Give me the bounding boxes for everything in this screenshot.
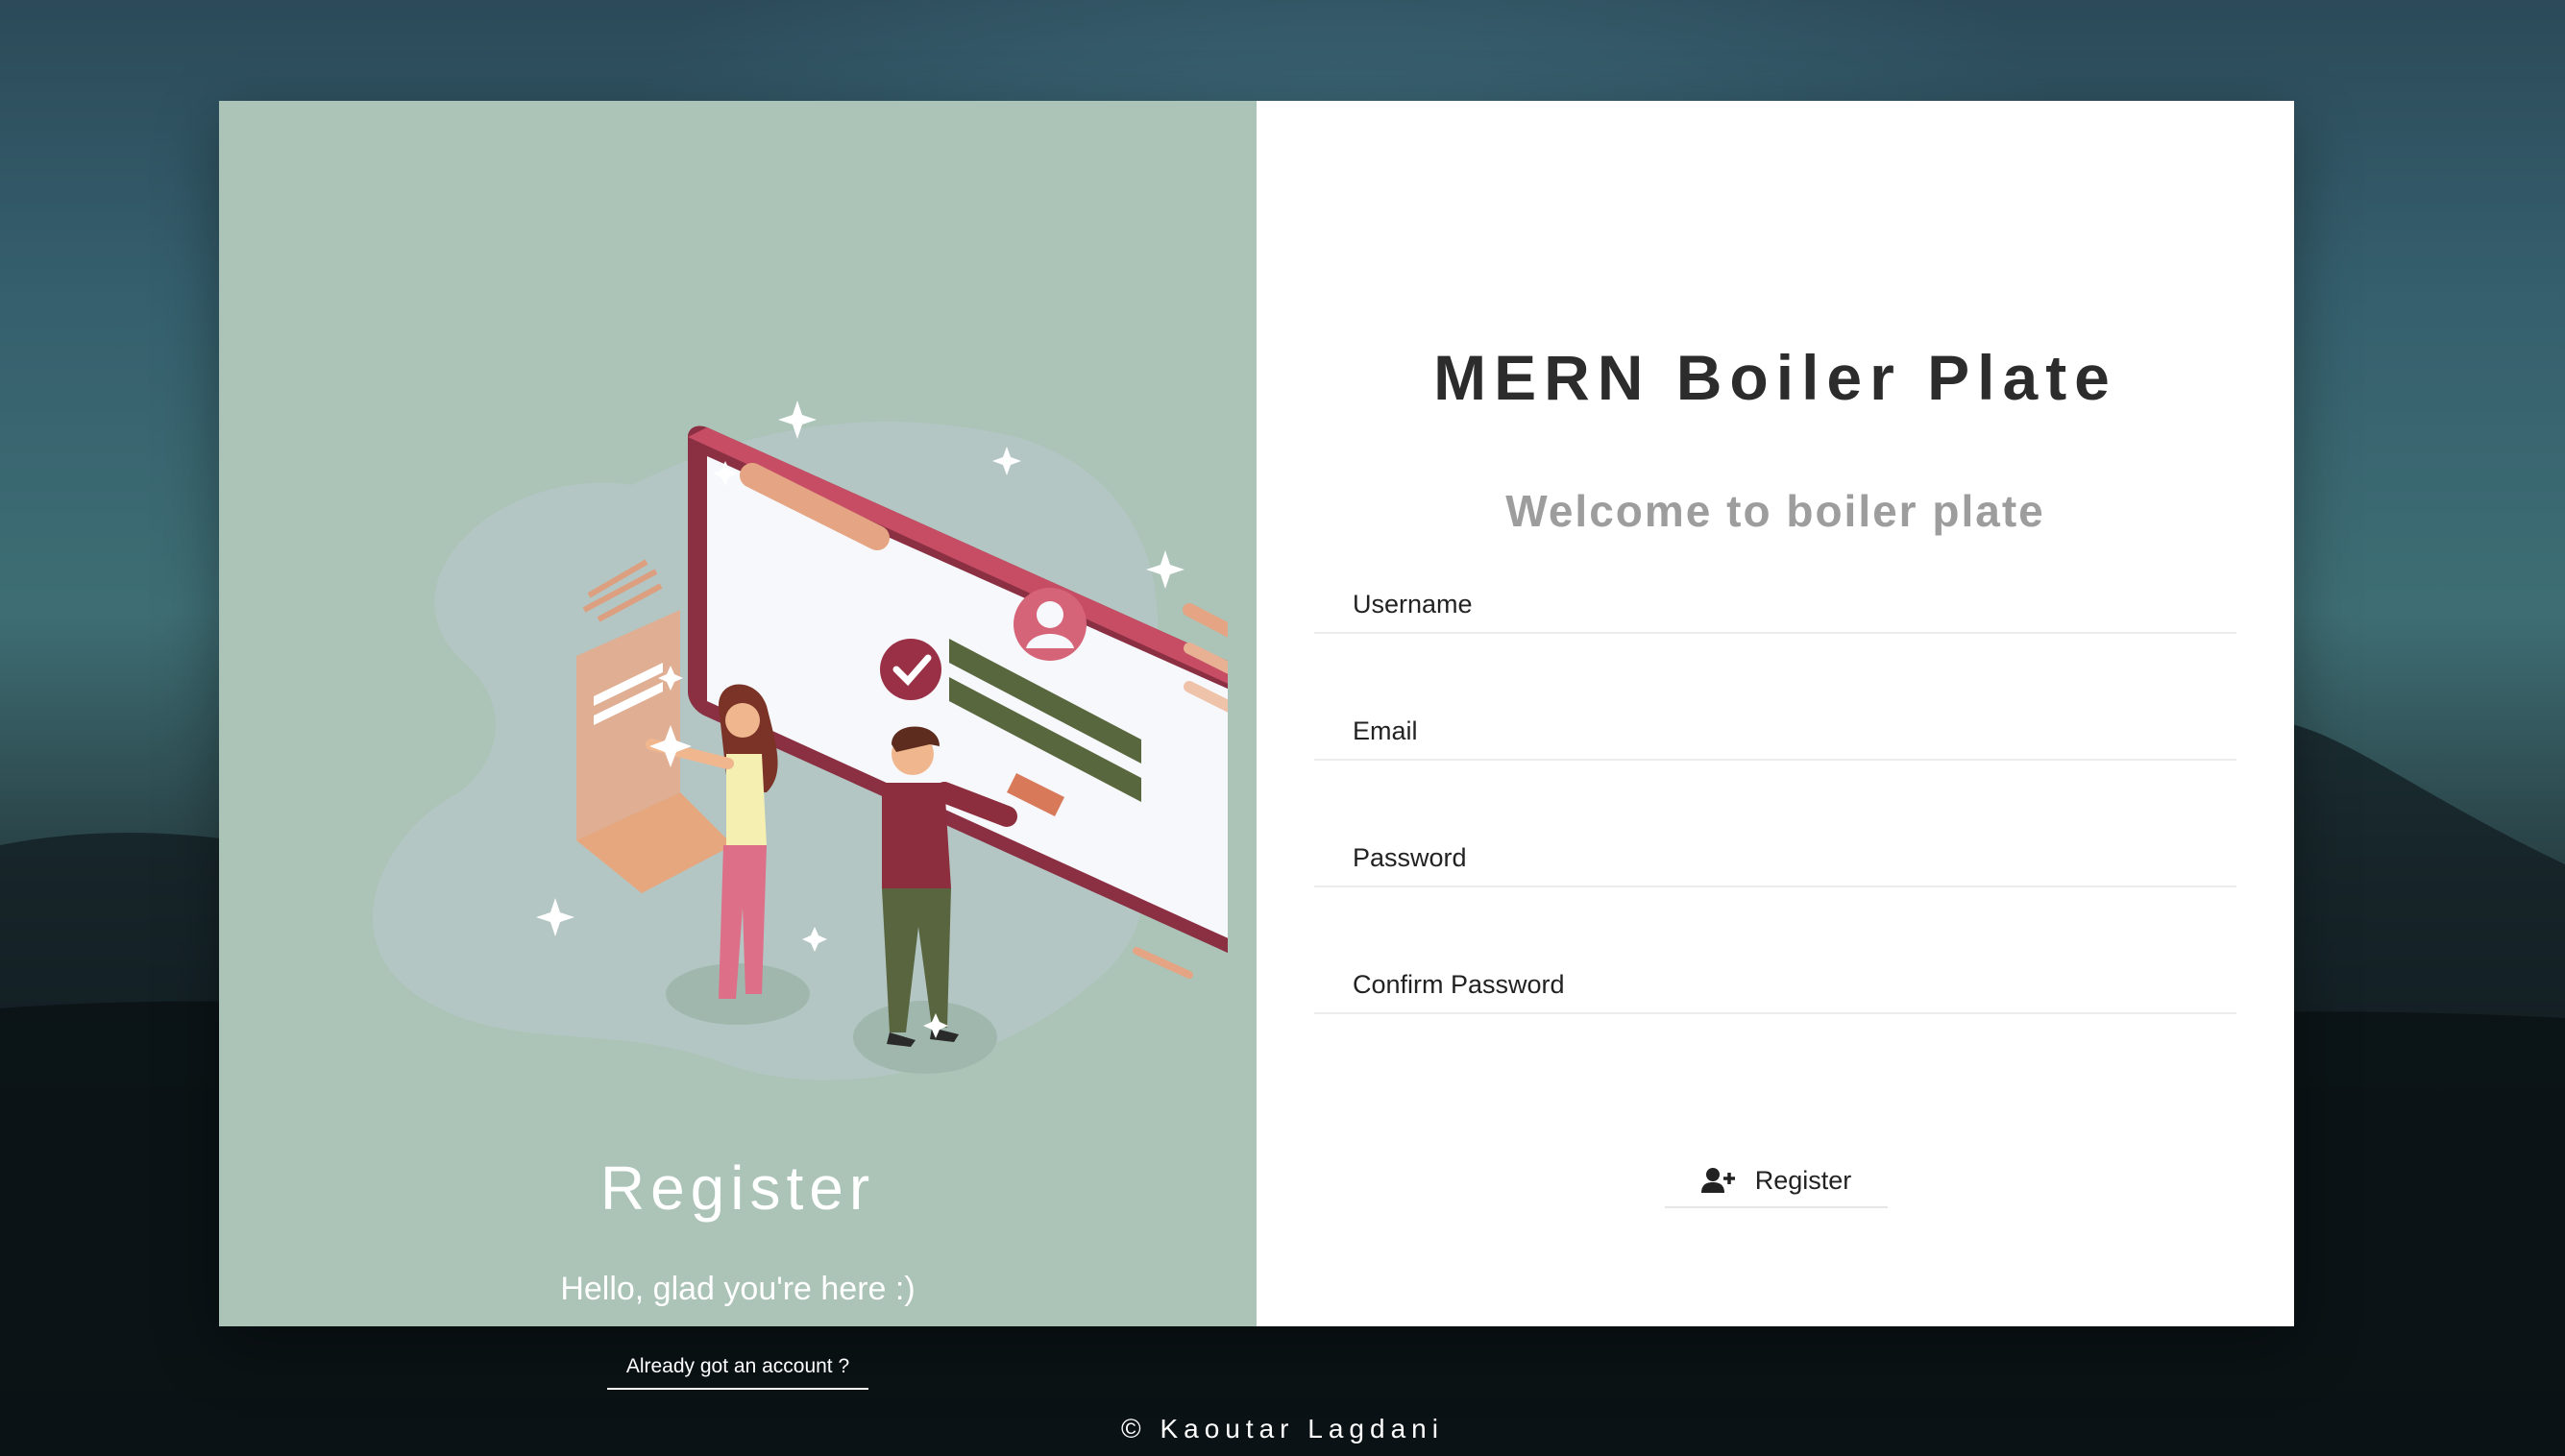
email-input[interactable] bbox=[1314, 703, 2236, 759]
register-illustration bbox=[372, 400, 1228, 1080]
confirm-password-field-wrapper bbox=[1314, 957, 2236, 1014]
confirm-password-input[interactable] bbox=[1314, 957, 2236, 1012]
register-card: Register Hello, glad you're here :) Alre… bbox=[219, 101, 2294, 1390]
login-link[interactable]: Already got an account ? bbox=[607, 1355, 868, 1390]
password-field-wrapper bbox=[1314, 830, 2236, 887]
welcome-subtitle: Hello, glad you're here :) bbox=[560, 1271, 916, 1307]
footer-copyright: © Kaoutar Lagdani bbox=[1121, 1414, 1444, 1444]
username-input[interactable] bbox=[1314, 576, 2236, 632]
app-title: MERN Boiler Plate bbox=[1433, 342, 2117, 413]
register-button-label: Register bbox=[1754, 1165, 1852, 1195]
username-field-wrapper bbox=[1314, 576, 2236, 634]
email-field-wrapper bbox=[1314, 703, 2236, 761]
right-panel: MERN Boiler Plate Welcome to boiler plat… bbox=[1257, 101, 2294, 1326]
register-button[interactable]: Register bbox=[1665, 1154, 1888, 1208]
password-input[interactable] bbox=[1314, 830, 2236, 886]
left-panel: Register Hello, glad you're here :) Alre… bbox=[219, 101, 1257, 1390]
welcome-heading: Welcome to boiler plate bbox=[1505, 486, 2045, 536]
register-heading: Register bbox=[599, 1153, 876, 1223]
user-plus-icon bbox=[1700, 1168, 1735, 1193]
